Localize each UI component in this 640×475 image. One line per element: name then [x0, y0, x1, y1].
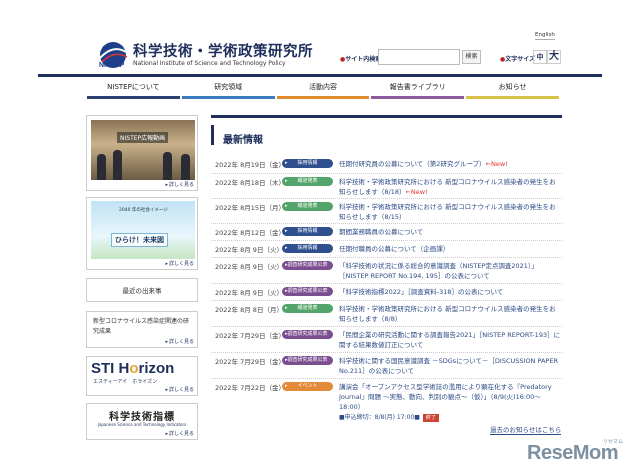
news-date: 2022年 7月29日（金） — [215, 332, 286, 340]
news-link[interactable]: 科学技術・学術政策研究所における 新型コロナウイルス感染者の発生をお知らせします… — [339, 202, 561, 222]
person-figure — [113, 150, 122, 180]
new-badge: ←New! — [405, 188, 428, 196]
future-map-image: 2040 年の社会イメージ ひらけ！未来図 — [91, 201, 195, 259]
pr-video-banner[interactable]: NISTEP広報動画 詳しく見る — [86, 115, 198, 191]
news-item: 2022年 8月 9日（火） 調査研究成果公表 「科学技術指標2022」［調査資… — [211, 284, 562, 301]
header-divider — [38, 74, 602, 77]
nav-item-news[interactable]: お知らせ — [466, 81, 559, 99]
text-size-large-button[interactable]: 大 — [547, 50, 561, 64]
site-title[interactable]: 科学技術・学術政策研究所 — [133, 40, 313, 61]
person-figure — [97, 154, 106, 180]
news-item: 2022年 8月 9日（火） 調査研究成果公表 「科学技術の状況に係る総合的意識… — [211, 258, 562, 284]
news-link[interactable]: 講演会「オープンアクセス型学術誌の濫用により顕在化する『Predatory Jo… — [339, 382, 561, 423]
recent-events-banner[interactable]: 最近の出来事 — [86, 278, 198, 302]
news-link[interactable]: 科学技術に関する国民意識調査 －SDGsについて－［DISCUSSION PAP… — [339, 356, 561, 376]
resemom-watermark: ReseMom — [527, 442, 618, 464]
global-nav: NISTEPについて 研究領域 活動内容 報告書ライブラリ お知らせ — [86, 81, 560, 99]
news-date: 2022年 8月12日（金） — [215, 229, 286, 237]
news-link[interactable]: 任期付研究員の公募について（第2研究グループ）←New! — [339, 159, 561, 169]
person-figure — [181, 154, 190, 180]
new-badge: ←New! — [485, 160, 508, 168]
category-badge[interactable]: 調査研究成果公表 — [282, 330, 333, 339]
news-item: 2022年 8月 8日（月） 報道発表 科学技術・学術政策研究所における 新型コ… — [211, 301, 562, 327]
sti-horizon-kana: エスティーアイ ホライズン — [93, 379, 158, 385]
news-date: 2022年 8月 9日（火） — [215, 246, 283, 254]
news-header-bar — [211, 115, 562, 118]
category-badge[interactable]: 採用情報 — [282, 227, 333, 236]
st-indicators-banner[interactable]: 科学技術指標 Japanese Science and Technology I… — [86, 403, 198, 440]
search-label: ●サイト内検索 — [340, 56, 382, 63]
news-item: 2022年 8月18日（木） 報道発表 科学技術・学術政策研究所における 新型コ… — [211, 174, 562, 199]
news-item: 2022年 8月15日（月） 報道発表 科学技術・学術政策研究所における 新型コ… — [211, 199, 562, 224]
category-badge[interactable]: 調査研究成果公表 — [282, 261, 333, 270]
more-link[interactable]: 詳しく見る — [165, 386, 194, 393]
news-date: 2022年 8月 9日（火） — [215, 289, 283, 297]
st-indicators-subtitle: Japanese Science and Technology Indicato… — [97, 422, 187, 427]
news-item: 2022年 8月12日（金） 採用情報 期間業務職員の公募について — [211, 224, 562, 241]
category-badge[interactable]: 報道発表 — [282, 177, 333, 186]
future-map-subtitle: 2040 年の社会イメージ — [119, 208, 168, 213]
nav-item-research[interactable]: 研究領域 — [181, 81, 275, 99]
news-link[interactable]: 「科学技術指標2022」［調査資料-318］の公表について — [339, 287, 561, 297]
news-header-accent — [211, 125, 214, 145]
news-date: 2022年 7月29日（金） — [215, 358, 286, 366]
news-date: 2022年 8月 8日（月） — [215, 306, 283, 314]
category-badge[interactable]: 調査研究成果公表 — [282, 356, 333, 365]
news-date: 2022年 8月19日（金） — [215, 161, 286, 169]
text-size-label: ●文字サイズ — [500, 56, 536, 63]
nav-item-activities[interactable]: 活動内容 — [276, 81, 370, 99]
news-archive-link[interactable]: 過去のお知らせはこちら — [490, 424, 562, 435]
person-figure — [163, 152, 172, 180]
more-link[interactable]: 詳しく見る — [165, 338, 194, 345]
st-indicators-logo: 科学技術指標 — [109, 412, 175, 423]
sti-horizon-logo: STI Horizon — [91, 360, 175, 377]
future-map-banner[interactable]: 2040 年の社会イメージ ひらけ！未来図 詳しく見る — [86, 197, 198, 270]
news-link[interactable]: 「科学技術の状況に係る総合的意識調査（NISTEP定点調査2021）」［NIST… — [339, 261, 561, 281]
news-link[interactable]: 任期付職員の公募について（企画課） — [339, 244, 561, 254]
news-date: 2022年 8月 9日（火） — [215, 263, 283, 271]
recent-events-label: 最近の出来事 — [122, 287, 162, 295]
closed-badge: 終了 — [422, 414, 439, 422]
category-badge[interactable]: イベント — [282, 382, 333, 391]
category-badge[interactable]: 採用情報 — [282, 159, 333, 168]
news-header: 最新情報 — [211, 115, 562, 153]
news-item: 2022年 8月19日（金） 採用情報 任期付研究員の公募について（第2研究グル… — [211, 156, 562, 174]
site-subtitle: National Institute of Science and Techno… — [133, 60, 286, 67]
news-item: 2022年 7月22日（金） イベント 講演会「オープンアクセス型学術誌の濫用に… — [211, 379, 562, 423]
future-map-title: ひらけ！未来図 — [111, 233, 168, 247]
news-title: 最新情報 — [223, 135, 263, 146]
category-badge[interactable]: 報道発表 — [282, 202, 333, 211]
news-link[interactable]: 科学技術・学術政策研究所における 新型コロナウイルス感染者の発生をお知らせします… — [339, 304, 561, 324]
news-date: 2022年 7月22日（金） — [215, 384, 286, 392]
svg-text:NISTEP: NISTEP — [99, 62, 125, 69]
news-item: 2022年 7月29日（金） 調査研究成果公表 科学技術に関する国民意識調査 －… — [211, 353, 562, 379]
nav-item-about[interactable]: NISTEPについて — [87, 81, 180, 99]
more-link[interactable]: 詳しく見る — [165, 260, 194, 267]
news-link[interactable]: 期間業務職員の公募について — [339, 227, 561, 237]
nav-item-library[interactable]: 報告書ライブラリ — [371, 81, 465, 99]
category-badge[interactable]: 採用情報 — [282, 244, 333, 253]
news-link[interactable]: 科学技術・学術政策研究所における 新型コロナウイルス感染者の発生をお知らせします… — [339, 177, 561, 197]
news-date: 2022年 8月15日（月） — [215, 204, 286, 212]
covid-research-banner[interactable]: 新型コロナウイルス感染症関連の研究成果 詳しく見る — [86, 311, 198, 348]
more-link[interactable]: 詳しく見る — [165, 430, 194, 437]
pr-video-caption: NISTEP広報動画 — [117, 132, 169, 143]
search-input[interactable] — [378, 49, 460, 65]
covid-research-label: 新型コロナウイルス感染症関連の研究成果 — [93, 318, 190, 335]
deadline-note: ■申込締切：8/8(月) 17:00■ — [339, 414, 420, 421]
category-badge[interactable]: 報道発表 — [282, 304, 333, 313]
news-item: 2022年 7月29日（金） 調査研究成果公表 「民間企業の研究活動に関する調査… — [211, 327, 562, 353]
news-item: 2022年 8月 9日（火） 採用情報 任期付職員の公募について（企画課） — [211, 241, 562, 258]
nistep-logo-icon[interactable]: NISTEP — [96, 40, 130, 70]
news-date: 2022年 8月18日（木） — [215, 179, 286, 187]
text-size-medium-button[interactable]: 中 — [533, 50, 547, 64]
sti-horizon-banner[interactable]: STI Horizon エスティーアイ ホライズン 詳しく見る — [86, 356, 198, 396]
news-link[interactable]: 「民間企業の研究活動に関する調査報告2021」［NISTEP REPORT-19… — [339, 330, 561, 350]
english-link[interactable]: English — [535, 32, 555, 40]
search-button[interactable]: 検索 — [462, 50, 481, 64]
pr-video-image: NISTEP広報動画 — [91, 120, 195, 180]
more-link[interactable]: 詳しく見る — [165, 181, 194, 188]
category-badge[interactable]: 調査研究成果公表 — [282, 287, 333, 296]
